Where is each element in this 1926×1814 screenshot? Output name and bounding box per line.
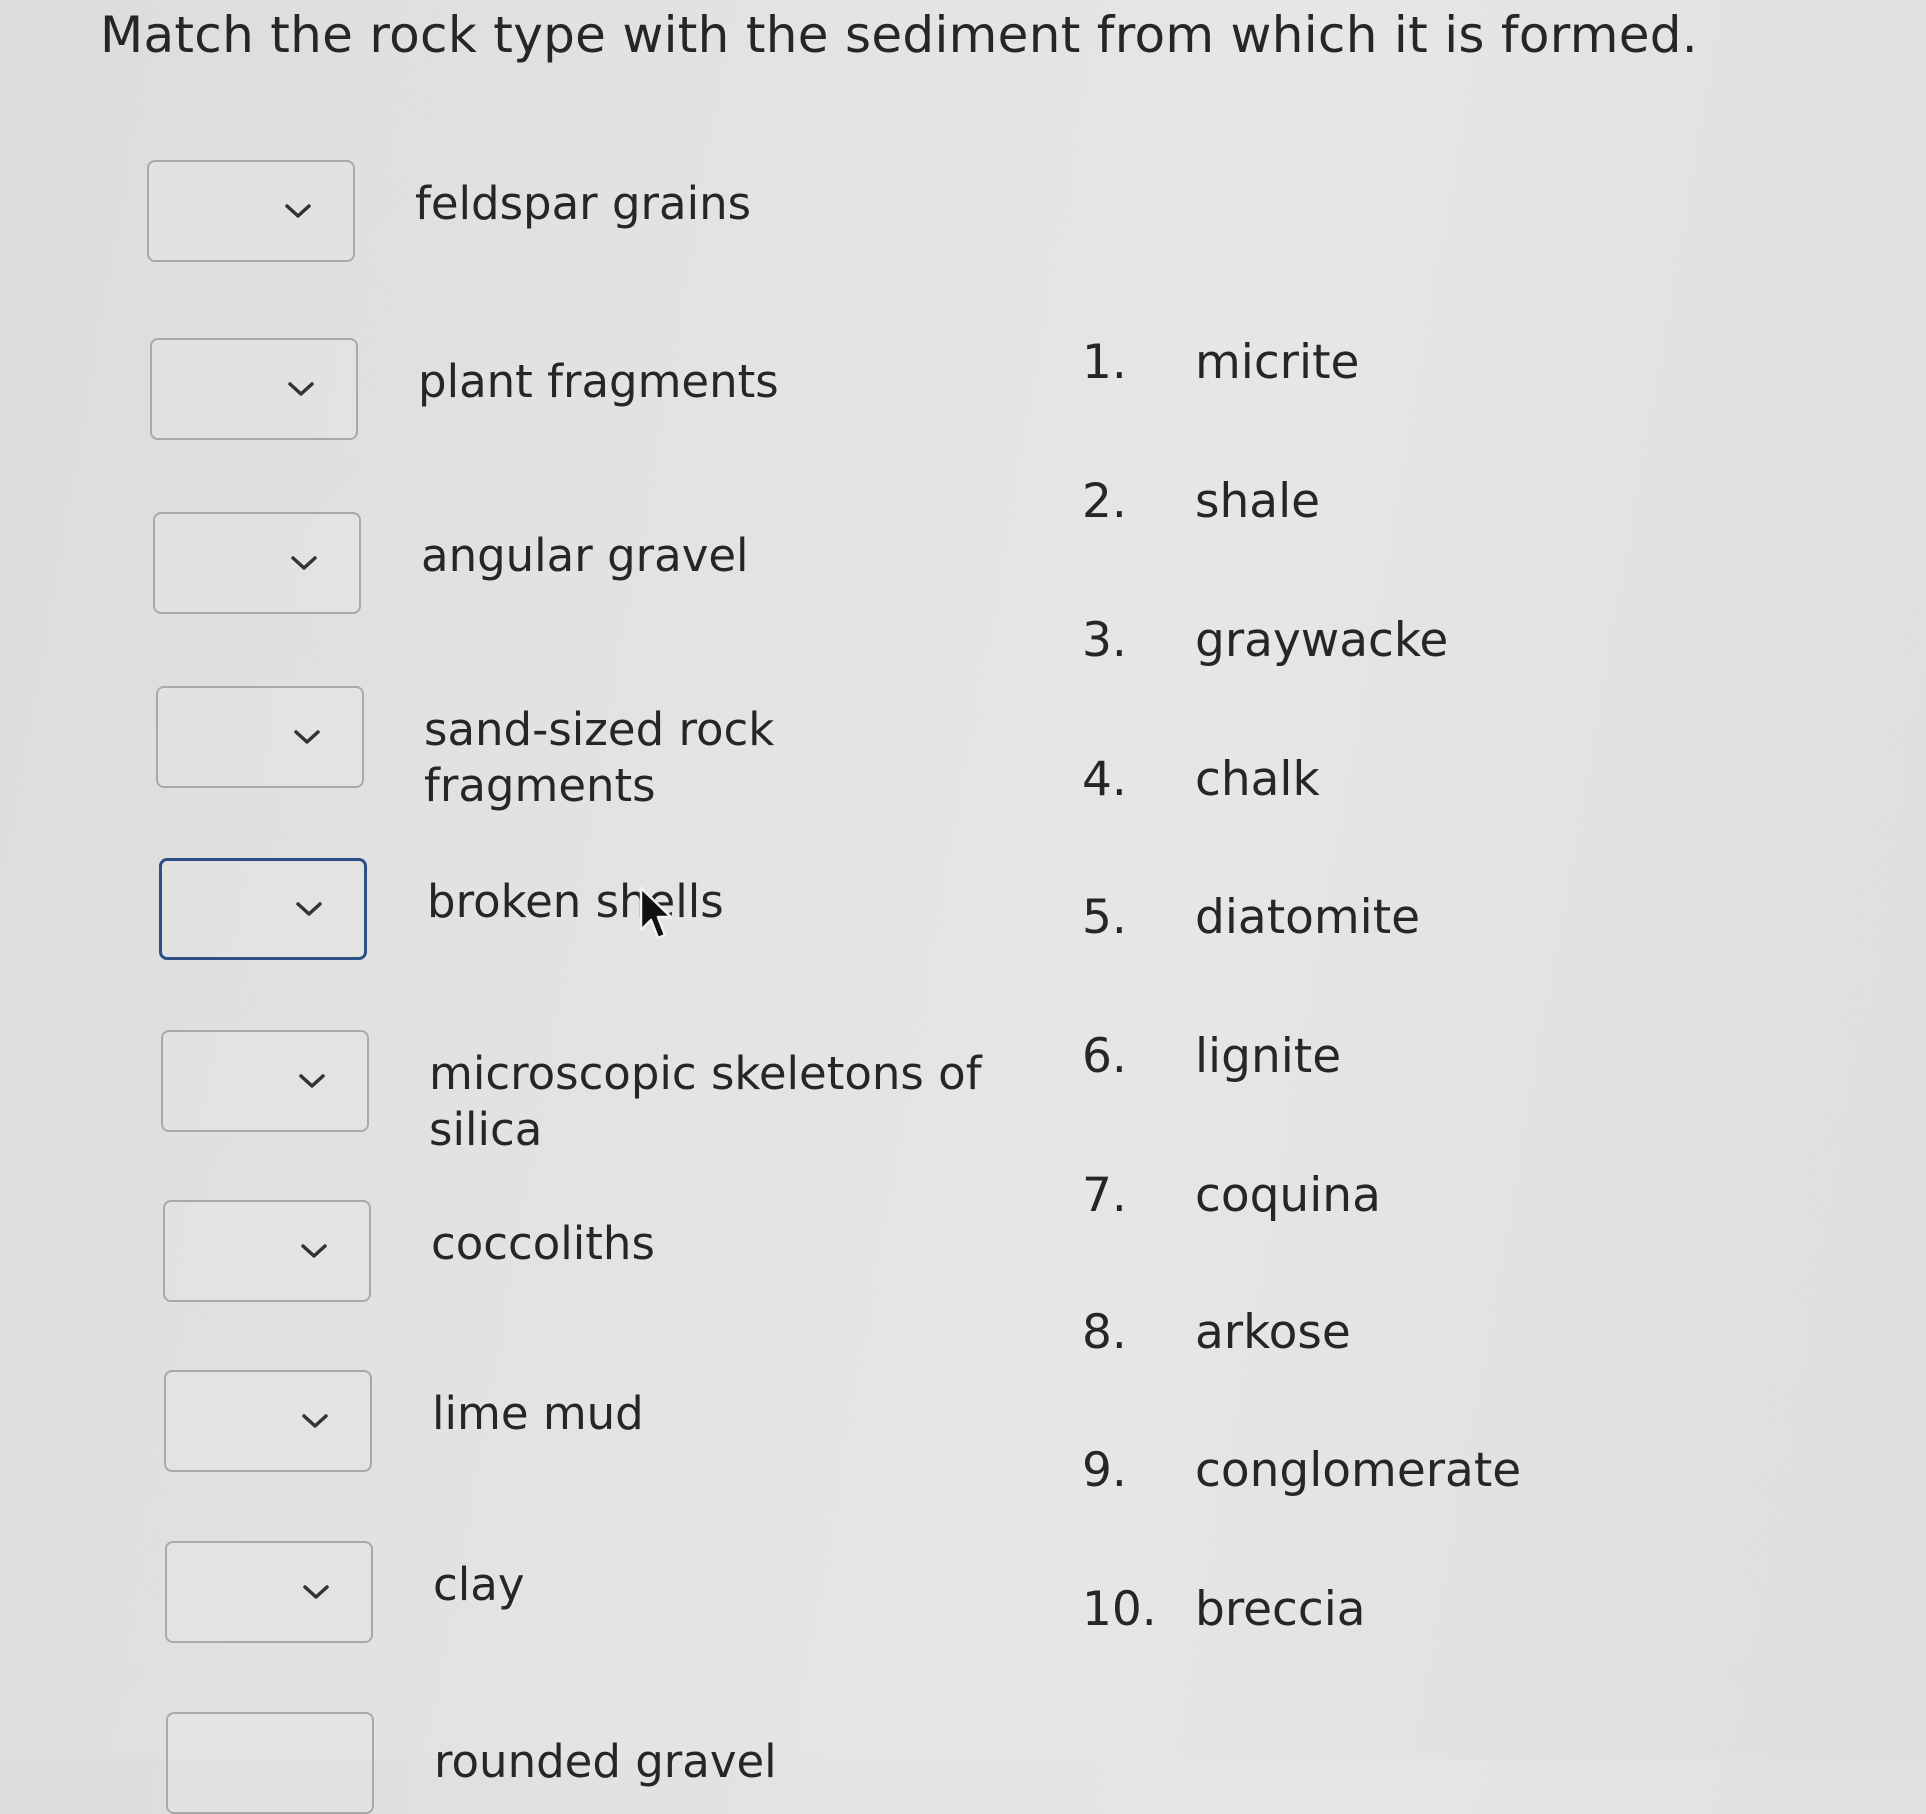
answer-dropdown[interactable] — [161, 1030, 369, 1132]
option-label: diatomite — [1195, 890, 1421, 945]
sediment-label: feldspar grains — [415, 177, 752, 230]
sediment-label: angular gravel — [421, 529, 749, 582]
option-number: 10. — [1082, 1582, 1157, 1637]
option-number: 7. — [1082, 1168, 1127, 1223]
option-item: 6. lignite — [1082, 1029, 1341, 1084]
option-item: 8. arkose — [1082, 1305, 1351, 1360]
match-row: lime mud — [164, 1370, 1012, 1472]
match-row: sand-sized rock fragments — [156, 686, 1004, 814]
answer-dropdown[interactable] — [150, 338, 358, 440]
answer-dropdown[interactable] — [163, 1200, 371, 1302]
match-row: clay — [165, 1541, 1013, 1643]
option-number: 4. — [1082, 752, 1127, 807]
match-row: coccoliths — [163, 1200, 1011, 1302]
sediment-label: broken shells — [427, 875, 724, 928]
match-row: rounded gravel — [166, 1712, 1014, 1814]
chevron-down-icon — [303, 1585, 329, 1599]
answer-dropdown[interactable] — [164, 1370, 372, 1472]
option-label: chalk — [1195, 752, 1320, 807]
option-item: 7. coquina — [1082, 1168, 1381, 1223]
chevron-down-icon — [296, 902, 322, 916]
option-item: 4. chalk — [1082, 752, 1320, 807]
option-label: graywacke — [1195, 613, 1449, 668]
sediment-label: clay — [433, 1558, 525, 1611]
sediment-label: lime mud — [432, 1387, 644, 1440]
option-item: 5. diatomite — [1082, 890, 1420, 945]
option-label: breccia — [1195, 1582, 1366, 1637]
option-number: 3. — [1082, 613, 1127, 668]
option-label: arkose — [1195, 1305, 1351, 1360]
answer-dropdown[interactable] — [165, 1541, 373, 1643]
chevron-down-icon — [285, 204, 311, 218]
answer-dropdown[interactable] — [153, 512, 361, 614]
match-row: broken shells — [159, 858, 1007, 960]
sediment-label: microscopic skeletons of silica — [429, 1047, 982, 1156]
option-item: 3. graywacke — [1082, 613, 1448, 668]
option-item: 10. breccia — [1082, 1582, 1366, 1637]
chevron-down-icon — [301, 1244, 327, 1258]
match-row: angular gravel — [153, 512, 1001, 614]
sediment-label: sand-sized rock fragments — [424, 703, 775, 812]
option-item: 9. conglomerate — [1082, 1443, 1521, 1498]
sediment-label: plant fragments — [418, 355, 779, 408]
option-label: micrite — [1195, 335, 1360, 390]
chevron-down-icon — [291, 556, 317, 570]
question-text: Match the rock type with the sediment fr… — [100, 6, 1698, 64]
option-number: 2. — [1082, 474, 1127, 529]
chevron-down-icon — [294, 730, 320, 744]
match-row: microscopic skeletons of silica — [161, 1030, 989, 1158]
match-row: plant fragments — [150, 338, 998, 440]
option-label: shale — [1195, 474, 1321, 529]
mouse-pointer-icon — [639, 886, 672, 940]
option-label: coquina — [1195, 1168, 1381, 1223]
option-number: 1. — [1082, 335, 1127, 390]
sediment-label: coccoliths — [431, 1217, 655, 1270]
option-number: 8. — [1082, 1305, 1127, 1360]
option-item: 2. shale — [1082, 474, 1320, 529]
sediment-label: rounded gravel — [434, 1735, 777, 1788]
chevron-down-icon — [288, 382, 314, 396]
option-number: 9. — [1082, 1443, 1127, 1498]
chevron-down-icon — [299, 1074, 325, 1088]
option-item: 1. micrite — [1082, 335, 1359, 390]
answer-dropdown[interactable] — [156, 686, 364, 788]
match-row: feldspar grains — [147, 160, 995, 262]
option-label: conglomerate — [1195, 1443, 1522, 1498]
answer-dropdown[interactable] — [147, 160, 355, 262]
option-number: 6. — [1082, 1029, 1127, 1084]
answer-dropdown[interactable] — [159, 858, 367, 960]
answer-dropdown[interactable] — [166, 1712, 374, 1814]
option-label: lignite — [1195, 1029, 1342, 1084]
chevron-down-icon — [302, 1414, 328, 1428]
option-number: 5. — [1082, 890, 1127, 945]
